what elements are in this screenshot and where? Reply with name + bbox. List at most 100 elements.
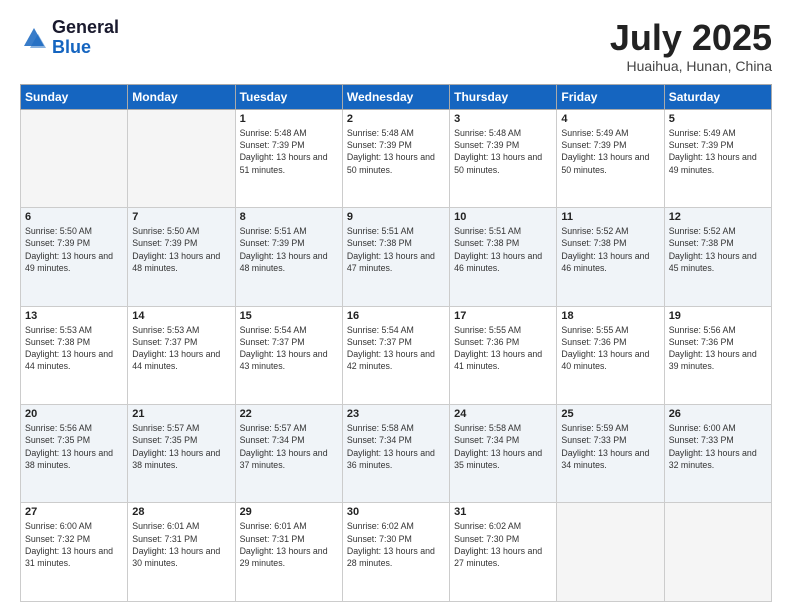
day-info: Sunrise: 5:51 AM Sunset: 7:38 PM Dayligh… (347, 225, 445, 274)
table-row (128, 109, 235, 207)
header: General Blue July 2025 Huaihua, Hunan, C… (20, 18, 772, 74)
logo-general: General (52, 17, 119, 37)
calendar-week-row: 13 Sunrise: 5:53 AM Sunset: 7:38 PM Dayli… (21, 306, 772, 404)
day-number: 27 (25, 506, 123, 518)
day-info: Sunrise: 5:48 AM Sunset: 7:39 PM Dayligh… (240, 127, 338, 176)
day-info: Sunrise: 5:52 AM Sunset: 7:38 PM Dayligh… (561, 225, 659, 274)
day-number: 25 (561, 408, 659, 420)
table-row: 18 Sunrise: 5:55 AM Sunset: 7:36 PM Dayli… (557, 306, 664, 404)
table-row: 19 Sunrise: 5:56 AM Sunset: 7:36 PM Dayli… (664, 306, 771, 404)
table-row: 2 Sunrise: 5:48 AM Sunset: 7:39 PM Daylig… (342, 109, 449, 207)
day-info: Sunrise: 6:02 AM Sunset: 7:30 PM Dayligh… (454, 520, 552, 569)
table-row: 1 Sunrise: 5:48 AM Sunset: 7:39 PM Daylig… (235, 109, 342, 207)
calendar-header-row: Sunday Monday Tuesday Wednesday Thursday… (21, 84, 772, 109)
day-info: Sunrise: 5:53 AM Sunset: 7:37 PM Dayligh… (132, 324, 230, 373)
logo: General Blue (20, 18, 119, 58)
title-month: July 2025 (610, 18, 772, 58)
day-number: 10 (454, 211, 552, 223)
day-number: 17 (454, 310, 552, 322)
day-number: 5 (669, 113, 767, 125)
table-row: 13 Sunrise: 5:53 AM Sunset: 7:38 PM Dayli… (21, 306, 128, 404)
day-number: 4 (561, 113, 659, 125)
table-row: 4Sunrise: 5:49 AM Sunset: 7:39 PM Daylig… (557, 109, 664, 207)
day-number: 2 (347, 113, 445, 125)
calendar-week-row: 1 Sunrise: 5:48 AM Sunset: 7:39 PM Daylig… (21, 109, 772, 207)
day-info: Sunrise: 6:01 AM Sunset: 7:31 PM Dayligh… (132, 520, 230, 569)
table-row: 21Sunrise: 5:57 AM Sunset: 7:35 PM Dayli… (128, 405, 235, 503)
table-row: 30 Sunrise: 6:02 AM Sunset: 7:30 PM Dayli… (342, 503, 449, 602)
day-number: 11 (561, 211, 659, 223)
table-row: 9Sunrise: 5:51 AM Sunset: 7:38 PM Daylig… (342, 208, 449, 306)
day-info: Sunrise: 5:50 AM Sunset: 7:39 PM Dayligh… (25, 225, 123, 274)
table-row: 25Sunrise: 5:59 AM Sunset: 7:33 PM Dayli… (557, 405, 664, 503)
day-number: 24 (454, 408, 552, 420)
day-info: Sunrise: 5:58 AM Sunset: 7:34 PM Dayligh… (347, 422, 445, 471)
table-row (557, 503, 664, 602)
day-number: 22 (240, 408, 338, 420)
table-row (21, 109, 128, 207)
day-number: 30 (347, 506, 445, 518)
table-row (664, 503, 771, 602)
day-number: 14 (132, 310, 230, 322)
day-number: 7 (132, 211, 230, 223)
day-info: Sunrise: 5:56 AM Sunset: 7:36 PM Dayligh… (669, 324, 767, 373)
day-info: Sunrise: 5:49 AM Sunset: 7:39 PM Dayligh… (669, 127, 767, 176)
table-row: 11 Sunrise: 5:52 AM Sunset: 7:38 PM Dayli… (557, 208, 664, 306)
day-number: 12 (669, 211, 767, 223)
table-row: 23 Sunrise: 5:58 AM Sunset: 7:34 PM Dayli… (342, 405, 449, 503)
day-info: Sunrise: 5:51 AM Sunset: 7:39 PM Dayligh… (240, 225, 338, 274)
table-row: 20Sunrise: 5:56 AM Sunset: 7:35 PM Dayli… (21, 405, 128, 503)
table-row: 27 Sunrise: 6:00 AM Sunset: 7:32 PM Dayli… (21, 503, 128, 602)
table-row: 16 Sunrise: 5:54 AM Sunset: 7:37 PM Dayli… (342, 306, 449, 404)
day-number: 19 (669, 310, 767, 322)
col-wednesday: Wednesday (342, 84, 449, 109)
table-row: 5 Sunrise: 5:49 AM Sunset: 7:39 PM Daylig… (664, 109, 771, 207)
calendar-week-row: 20Sunrise: 5:56 AM Sunset: 7:35 PM Dayli… (21, 405, 772, 503)
day-info: Sunrise: 5:55 AM Sunset: 7:36 PM Dayligh… (454, 324, 552, 373)
title-block: July 2025 Huaihua, Hunan, China (610, 18, 772, 74)
day-number: 6 (25, 211, 123, 223)
day-info: Sunrise: 5:48 AM Sunset: 7:39 PM Dayligh… (347, 127, 445, 176)
col-sunday: Sunday (21, 84, 128, 109)
day-number: 1 (240, 113, 338, 125)
day-info: Sunrise: 5:52 AM Sunset: 7:38 PM Dayligh… (669, 225, 767, 274)
day-number: 15 (240, 310, 338, 322)
day-info: Sunrise: 6:01 AM Sunset: 7:31 PM Dayligh… (240, 520, 338, 569)
page: General Blue July 2025 Huaihua, Hunan, C… (0, 0, 792, 612)
table-row: 14 Sunrise: 5:53 AM Sunset: 7:37 PM Dayli… (128, 306, 235, 404)
day-number: 28 (132, 506, 230, 518)
day-number: 26 (669, 408, 767, 420)
day-number: 29 (240, 506, 338, 518)
table-row: 22 Sunrise: 5:57 AM Sunset: 7:34 PM Dayli… (235, 405, 342, 503)
day-info: Sunrise: 5:57 AM Sunset: 7:34 PM Dayligh… (240, 422, 338, 471)
col-tuesday: Tuesday (235, 84, 342, 109)
table-row: 17 Sunrise: 5:55 AM Sunset: 7:36 PM Dayli… (450, 306, 557, 404)
day-info: Sunrise: 5:54 AM Sunset: 7:37 PM Dayligh… (347, 324, 445, 373)
col-friday: Friday (557, 84, 664, 109)
day-info: Sunrise: 5:53 AM Sunset: 7:38 PM Dayligh… (25, 324, 123, 373)
table-row: 7 Sunrise: 5:50 AM Sunset: 7:39 PM Daylig… (128, 208, 235, 306)
day-number: 18 (561, 310, 659, 322)
day-number: 31 (454, 506, 552, 518)
day-number: 13 (25, 310, 123, 322)
table-row: 29 Sunrise: 6:01 AM Sunset: 7:31 PM Dayli… (235, 503, 342, 602)
day-info: Sunrise: 5:56 AM Sunset: 7:35 PM Dayligh… (25, 422, 123, 471)
day-number: 23 (347, 408, 445, 420)
table-row: 3Sunrise: 5:48 AM Sunset: 7:39 PM Daylig… (450, 109, 557, 207)
calendar-week-row: 27 Sunrise: 6:00 AM Sunset: 7:32 PM Dayli… (21, 503, 772, 602)
day-info: Sunrise: 5:51 AM Sunset: 7:38 PM Dayligh… (454, 225, 552, 274)
day-info: Sunrise: 6:00 AM Sunset: 7:32 PM Dayligh… (25, 520, 123, 569)
col-monday: Monday (128, 84, 235, 109)
day-info: Sunrise: 5:55 AM Sunset: 7:36 PM Dayligh… (561, 324, 659, 373)
title-location: Huaihua, Hunan, China (610, 58, 772, 74)
table-row: 12 Sunrise: 5:52 AM Sunset: 7:38 PM Dayli… (664, 208, 771, 306)
day-number: 16 (347, 310, 445, 322)
day-info: Sunrise: 6:02 AM Sunset: 7:30 PM Dayligh… (347, 520, 445, 569)
day-info: Sunrise: 5:50 AM Sunset: 7:39 PM Dayligh… (132, 225, 230, 274)
logo-icon (20, 24, 48, 52)
col-thursday: Thursday (450, 84, 557, 109)
table-row: 15Sunrise: 5:54 AM Sunset: 7:37 PM Dayli… (235, 306, 342, 404)
table-row: 28 Sunrise: 6:01 AM Sunset: 7:31 PM Dayli… (128, 503, 235, 602)
table-row: 26Sunrise: 6:00 AM Sunset: 7:33 PM Dayli… (664, 405, 771, 503)
day-info: Sunrise: 5:57 AM Sunset: 7:35 PM Dayligh… (132, 422, 230, 471)
